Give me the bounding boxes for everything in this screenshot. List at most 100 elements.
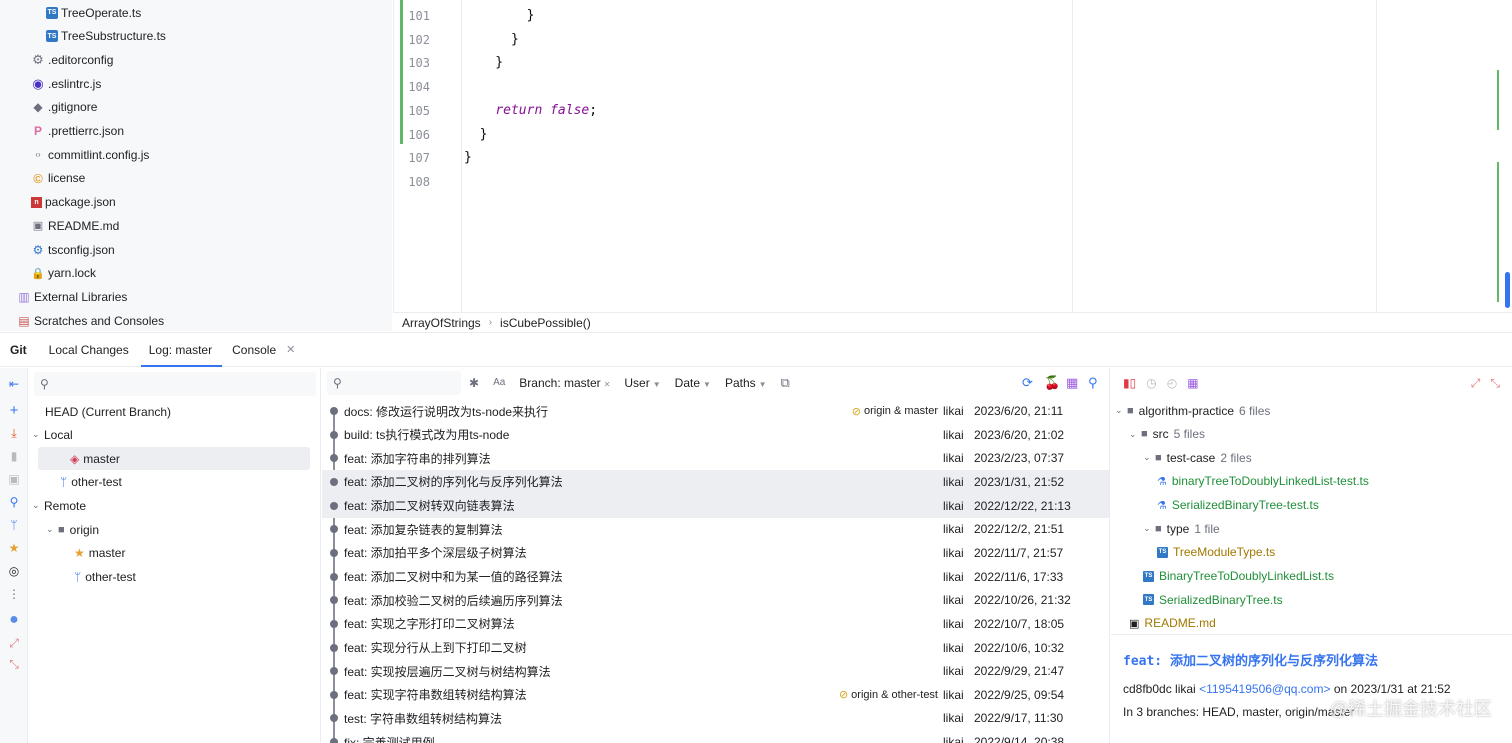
date-filter[interactable]: Date ▼ — [675, 376, 711, 390]
editor-scrollbar-thumb[interactable] — [1505, 272, 1510, 308]
branch-filter[interactable]: Branch: master ✕ — [519, 376, 610, 390]
tab-local-changes[interactable]: Local Changes — [49, 333, 129, 367]
project-tree-item-label: commitlint.config.js — [48, 147, 150, 162]
branch-remote-master[interactable]: ★ master — [28, 541, 321, 564]
line-number: 106 — [408, 127, 430, 142]
commit-row[interactable]: feat: 添加字符串的排列算法 likai 2023/2/23, 07:37 — [322, 446, 1109, 470]
regex-toggle-icon[interactable]: ✱ — [469, 376, 479, 390]
code-line[interactable]: } — [464, 51, 503, 75]
commit-row[interactable]: feat: 实现分行从上到下打印二叉树 likai 2022/10/6, 10:32 — [322, 636, 1109, 660]
commit-row[interactable]: build: ts执行模式改为用ts-node likai 2023/6/20, 2… — [322, 423, 1109, 447]
commit-row[interactable]: feat: 添加二叉树的序列化与反序列化算法 likai 2023/1/31, 21… — [322, 469, 1109, 494]
code-line[interactable]: } — [464, 28, 519, 52]
changed-file-item[interactable]: TS BinaryTreeToDoublyLinkedList.ts — [1143, 565, 1334, 588]
changed-file-item[interactable]: TS TreeModuleType.ts — [1157, 541, 1275, 564]
project-tree-item[interactable]: P .prettierrc.json — [31, 120, 124, 143]
branch-group-local[interactable]: ⌄ Local — [28, 423, 321, 446]
layout-grid-icon[interactable]: ▦ — [1066, 375, 1078, 391]
delete-icon[interactable]: ▮ — [6, 448, 22, 464]
project-tree-item[interactable]: TS TreeOperate.ts — [46, 1, 141, 24]
project-tree-item[interactable]: TS TreeSubstructure.ts — [46, 25, 166, 48]
branch-remote-other-test[interactable]: ᛘ other-test — [28, 565, 321, 588]
project-tree-item[interactable]: ‹› commitlint.config.js — [31, 143, 149, 166]
search-icon[interactable]: ⚲ — [1088, 375, 1098, 391]
branch-local-master[interactable]: ◈ master — [38, 447, 310, 470]
show-diff-icon[interactable]: ▮▯ — [1123, 376, 1136, 390]
project-tree-item[interactable]: n package.json — [31, 191, 116, 214]
branch-group-remote[interactable]: ⌄ Remote — [28, 494, 321, 517]
vcs-change-marker[interactable] — [400, 0, 403, 144]
changed-file-item[interactable]: ⌄ ■ test-case 2 files — [1143, 446, 1252, 469]
revert-icon[interactable]: ◴ — [1167, 376, 1177, 390]
project-tree-item[interactable]: ▤ Scratches and Consoles — [17, 309, 164, 331]
project-tree-item[interactable]: ⚙ .editorconfig — [31, 48, 113, 71]
project-tree-item[interactable]: 🔒 yarn.lock — [31, 262, 96, 285]
changed-file-item[interactable]: ⚗ SerializedBinaryTree-test.ts — [1157, 494, 1319, 517]
changed-file-item[interactable]: ⌄ ■ algorithm-practice 6 files — [1115, 399, 1270, 422]
compare-icon[interactable]: ▣ — [6, 471, 22, 487]
update-icon[interactable]: ⤓ — [6, 425, 22, 441]
collapse-panel-icon[interactable]: ⇤ — [6, 376, 22, 392]
commit-email-link[interactable]: <1195419506@qq.com> — [1199, 682, 1330, 696]
commit-row[interactable]: feat: 实现按层遍历二叉树与树结构算法 likai 2022/9/29, 21:… — [322, 659, 1109, 683]
search-icon[interactable]: ⚲ — [6, 494, 22, 510]
code-line[interactable]: } — [464, 123, 488, 147]
log-search-input[interactable]: ⚲ — [327, 370, 461, 395]
changed-file-item[interactable]: ⚗ binaryTreeToDoublyLinkedList-test.ts — [1157, 470, 1369, 493]
project-tree-item[interactable]: ⚙ tsconfig.json — [31, 238, 115, 261]
commit-row[interactable]: feat: 添加二叉树转双向链表算法 likai 2022/12/22, 21:13 — [322, 493, 1109, 518]
project-tree-item[interactable]: © license — [31, 167, 85, 190]
changed-file-item[interactable]: ⌄ ■ src 5 files — [1129, 423, 1205, 446]
new-branch-icon[interactable]: + — [6, 402, 22, 419]
expand-icon[interactable]: ⤢ — [1471, 376, 1481, 391]
expand-icon[interactable]: ⤢ — [6, 635, 22, 651]
project-tree-item[interactable]: ◆ .gitignore — [31, 96, 97, 119]
collapse-icon[interactable]: ⤡ — [1490, 376, 1500, 391]
tab-log-master[interactable]: Log: master — [140, 333, 223, 367]
history-icon[interactable]: ◷ — [1146, 376, 1156, 390]
more-options-icon[interactable]: ⋮ — [6, 586, 22, 602]
commit-row[interactable]: fix: 完善测试用例 likai 2022/9/14, 20:38 — [322, 730, 1109, 743]
open-new-tab-icon[interactable]: ⧉ — [781, 375, 790, 391]
commit-row[interactable]: feat: 添加校验二叉树的后续遍历序列算法 likai 2022/10/26, 2… — [322, 588, 1109, 612]
commit-row[interactable]: feat: 添加二叉树中和为某一值的路径算法 likai 2022/11/6, 17… — [322, 565, 1109, 589]
commit-hash[interactable]: cd8fb0dc — [1123, 682, 1172, 696]
layout-grid-icon[interactable]: ▦ — [1187, 376, 1198, 390]
tab-console[interactable]: Console ✕ — [232, 333, 295, 367]
paths-filter[interactable]: Paths ▼ — [725, 376, 767, 390]
avatar[interactable]: ● — [6, 611, 22, 628]
code-editor[interactable]: 101 102 103 104 105 106 107 108 } } } return fa… — [393, 0, 1512, 312]
commit-row[interactable]: docs: 修改运行说明改为ts-node来执行 ⊘ origin & master… — [322, 399, 1109, 423]
project-tree-item-label: .gitignore — [48, 100, 98, 115]
user-filter[interactable]: User ▼ — [624, 376, 660, 390]
refresh-icon[interactable]: ⟳ — [1022, 375, 1033, 391]
remote-origin[interactable]: ⌄ ■ origin — [28, 518, 321, 541]
commit-row[interactable]: feat: 实现字符串数组转树结构算法 ⊘ origin & other-test l… — [322, 683, 1109, 707]
changed-file-item[interactable]: ⌄ ■ type 1 file — [1143, 517, 1220, 540]
commit-row[interactable]: test: 字符串数组转树结构算法 likai 2022/9/17, 11:30 — [322, 706, 1109, 730]
collapse-icon[interactable]: ⤡ — [6, 656, 22, 672]
branch-local-other-test[interactable]: ᛘ other-test — [28, 470, 321, 493]
commit-row[interactable]: feat: 添加拍平多个深层级子树算法 likai 2022/11/7, 21:57 — [322, 541, 1109, 565]
project-tree-item[interactable]: ▥ External Libraries — [17, 285, 127, 308]
changed-file-item[interactable]: ▣ README.md — [1129, 612, 1216, 635]
cherry-pick-icon[interactable]: 🍒 — [1044, 375, 1060, 391]
branch-icon[interactable]: ᛘ — [6, 517, 22, 533]
project-tree-item[interactable]: ▣ README.md — [31, 214, 120, 237]
changed-file-item[interactable]: TS SerializedBinaryTree.ts — [1143, 588, 1283, 611]
close-icon[interactable]: ✕ — [286, 343, 295, 356]
breadcrumb-item-method[interactable]: isCubePossible() — [500, 316, 591, 330]
commit-row[interactable]: feat: 添加复杂链表的复制算法 likai 2022/12/2, 21:51 — [322, 517, 1109, 541]
favorite-star-icon[interactable]: ★ — [6, 540, 22, 556]
commit-row[interactable]: feat: 实现之字形打印二叉树算法 likai 2022/10/7, 18:05 — [322, 612, 1109, 636]
breadcrumb-item-class[interactable]: ArrayOfStrings — [402, 316, 481, 330]
close-icon[interactable]: ✕ — [604, 380, 611, 389]
branch-head[interactable]: HEAD (Current Branch) — [28, 400, 321, 423]
code-line[interactable]: } — [464, 146, 472, 170]
code-line[interactable]: } — [464, 4, 535, 28]
branch-search-input[interactable]: ⚲ — [34, 372, 316, 396]
code-line[interactable]: return false; — [464, 99, 597, 123]
match-case-toggle[interactable]: Aa — [493, 377, 505, 388]
project-tree-item[interactable]: ◉ .eslintrc.js — [31, 72, 101, 95]
target-icon[interactable]: ◎ — [6, 563, 22, 579]
